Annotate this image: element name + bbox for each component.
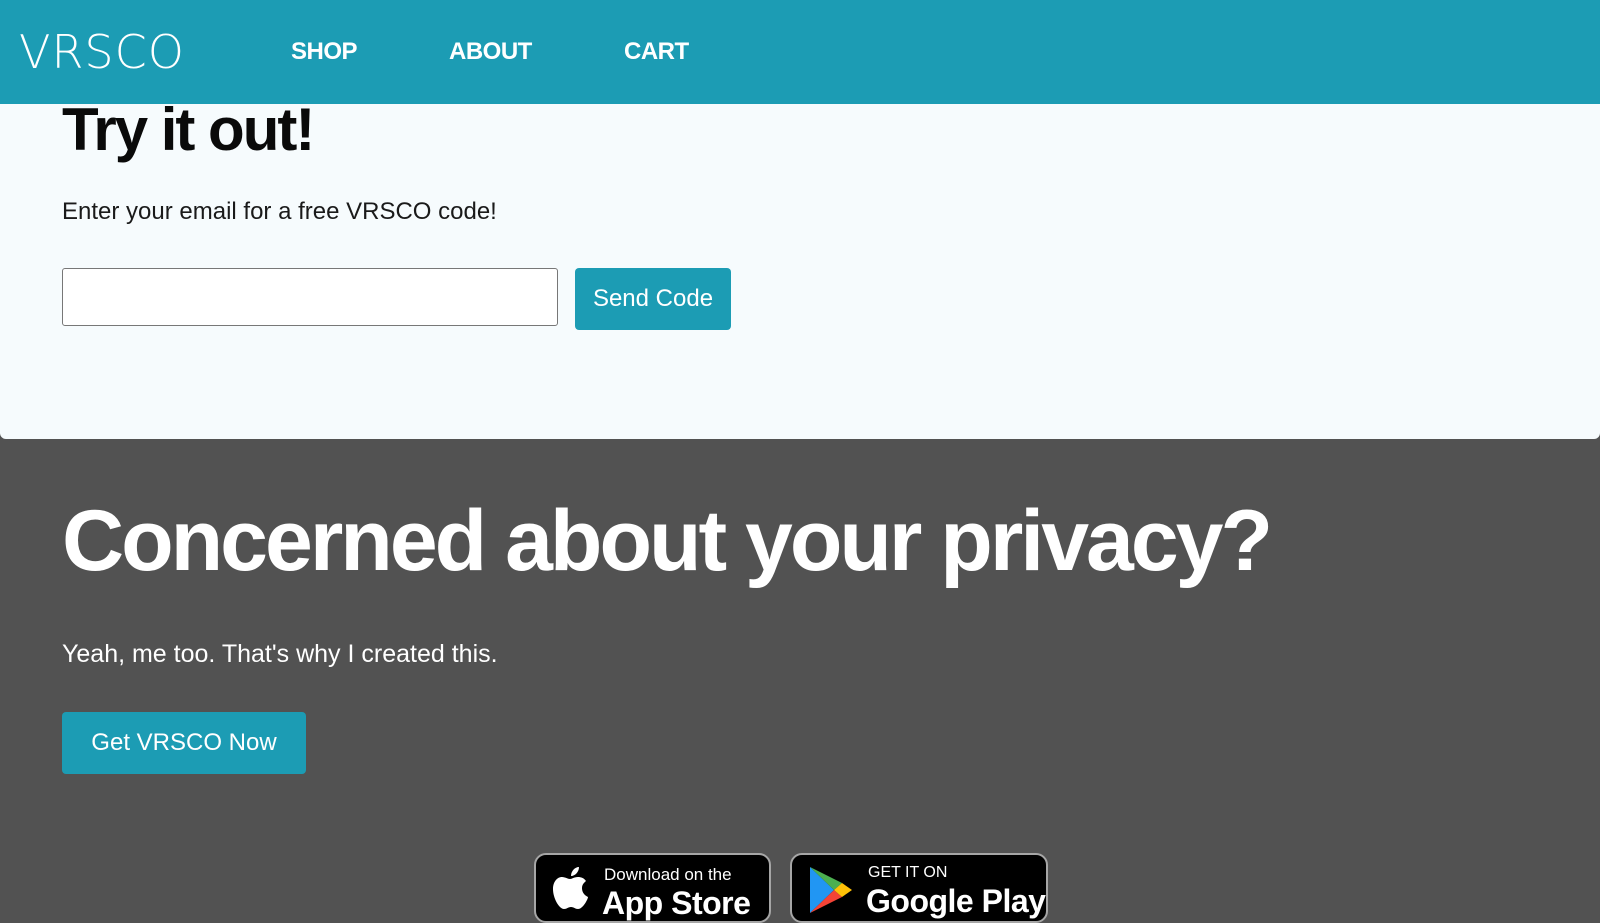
nav-link-cart[interactable]: CART <box>624 36 689 68</box>
nav-link-shop[interactable]: SHOP <box>291 36 358 68</box>
email-field[interactable] <box>62 268 558 326</box>
app-store-small-text: Download on the <box>604 865 732 884</box>
privacy-section-subtitle: Yeah, me too. That's why I created this. <box>62 640 498 668</box>
app-store-big-text: App Store <box>602 885 751 921</box>
try-it-out-section: Try it out! Enter your email for a free … <box>0 96 1600 439</box>
send-code-button[interactable]: Send Code <box>575 268 731 330</box>
google-play-badge[interactable]: GET IT ON Google Play <box>790 853 1048 923</box>
try-section-subtitle: Enter your email for a free VRSCO code! <box>62 198 497 225</box>
app-store-badge[interactable]: Download on the App Store <box>534 853 771 923</box>
apple-icon <box>552 865 590 916</box>
nav-link-about[interactable]: ABOUT <box>449 36 532 68</box>
get-vrsco-now-button[interactable]: Get VRSCO Now <box>62 712 306 774</box>
privacy-section: Concerned about your privacy? Yeah, me t… <box>0 439 1600 923</box>
site-logo[interactable]: VRSCO <box>19 22 185 82</box>
privacy-section-title: Concerned about your privacy? <box>62 493 1273 589</box>
google-play-icon <box>808 865 854 920</box>
google-play-big-text: Google Play <box>866 883 1046 919</box>
google-play-small-text: GET IT ON <box>868 864 948 881</box>
top-navbar: VRSCO SHOP ABOUT CART <box>0 0 1600 104</box>
